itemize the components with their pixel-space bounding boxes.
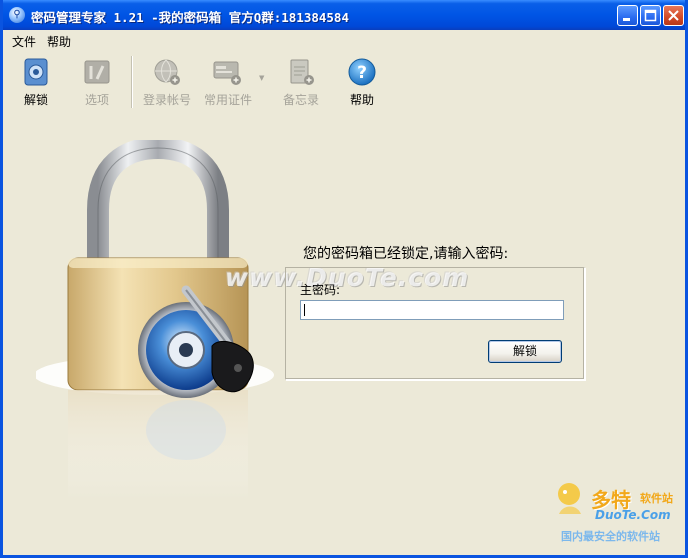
maximize-button[interactable]: [640, 5, 661, 26]
toolbar-options-label: 选项: [84, 93, 109, 107]
password-label: 主密码:: [300, 283, 341, 297]
globe-add-icon: [152, 57, 182, 87]
site-badge-sub: 软件站: [640, 492, 673, 505]
site-badge-slogan: 国内最安全的软件站: [561, 530, 660, 543]
app-icon: ⚲: [9, 7, 25, 23]
window-title: 密码管理专家 1.21 -我的密码箱 官方Q群:181384584: [31, 10, 349, 25]
close-button[interactable]: [663, 5, 684, 26]
minimize-button[interactable]: [617, 5, 638, 26]
text-caret: [304, 304, 305, 316]
toolbar-options-button[interactable]: 选项: [69, 55, 125, 107]
toolbar-help-button[interactable]: ? 帮助: [334, 55, 390, 107]
toolbar-separator: [131, 56, 133, 108]
lock-prompt: 您的密码箱已经锁定,请输入密码:: [303, 246, 509, 262]
tools-icon: [82, 57, 112, 87]
toolbar-memo-label: 备忘录: [282, 93, 319, 107]
help-icon: ?: [347, 57, 377, 87]
toolbar-documents-label: 常用证件: [203, 93, 252, 107]
toolbar-documents-button[interactable]: 常用证件: [200, 55, 256, 107]
menu-bar: 文件 帮助: [3, 30, 685, 50]
menu-help[interactable]: 帮助: [47, 33, 71, 50]
menu-file[interactable]: 文件: [12, 33, 36, 50]
toolbar-unlock-label: 解锁: [23, 93, 48, 107]
svg-text:?: ?: [357, 63, 367, 83]
toolbar-accounts-button[interactable]: 登录帐号: [139, 55, 195, 107]
password-input[interactable]: [300, 300, 564, 320]
notepad-add-icon: [286, 57, 316, 87]
documents-dropdown-arrow[interactable]: ▼: [259, 74, 264, 82]
padlock-illustration: [36, 140, 274, 500]
toolbar-accounts-label: 登录帐号: [142, 93, 191, 107]
cards-add-icon: [213, 57, 243, 87]
toolbar-help-label: 帮助: [349, 93, 374, 107]
toolbar-unlock-button[interactable]: 解锁: [8, 55, 64, 107]
site-badge-url: DuoTe.Com: [595, 508, 671, 522]
toolbar-memo-button[interactable]: 备忘录: [273, 55, 329, 107]
title-bar[interactable]: ⚲ 密码管理专家 1.21 -我的密码箱 官方Q群:181384584: [3, 0, 685, 30]
safe-icon: [21, 57, 51, 87]
main-window: ⚲ 密码管理专家 1.21 -我的密码箱 官方Q群:181384584 文件 帮…: [0, 0, 688, 558]
unlock-button[interactable]: 解锁: [488, 340, 562, 363]
